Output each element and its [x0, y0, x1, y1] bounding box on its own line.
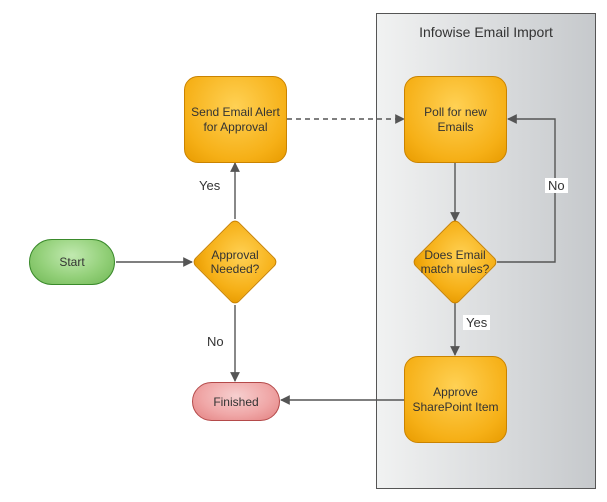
node-approval-needed-label: Approval Needed?: [202, 248, 268, 277]
node-poll: Poll for new Emails: [404, 76, 507, 163]
node-poll-label: Poll for new Emails: [411, 105, 500, 135]
node-start: Start: [29, 239, 115, 285]
node-match-rules-label: Does Email match rules?: [418, 248, 492, 277]
node-send-alert: Send Email Alert for Approval: [184, 76, 287, 163]
node-start-label: Start: [59, 255, 84, 269]
node-send-alert-label: Send Email Alert for Approval: [191, 105, 280, 135]
edge-label-approval-yes: Yes: [196, 178, 223, 193]
node-approval-needed: Approval Needed?: [204, 231, 266, 293]
edge-label-approval-no: No: [204, 334, 227, 349]
swimlane-title: Infowise Email Import: [377, 24, 595, 40]
node-finished-label: Finished: [213, 395, 258, 409]
node-approve-item: Approve SharePoint Item: [404, 356, 507, 443]
edge-label-match-no: No: [545, 178, 568, 193]
flowchart-canvas: Infowise Email Import: [0, 0, 607, 502]
node-finished: Finished: [192, 382, 280, 421]
edge-label-match-yes: Yes: [463, 315, 490, 330]
node-match-rules: Does Email match rules?: [424, 231, 486, 293]
node-approve-item-label: Approve SharePoint Item: [411, 385, 500, 415]
